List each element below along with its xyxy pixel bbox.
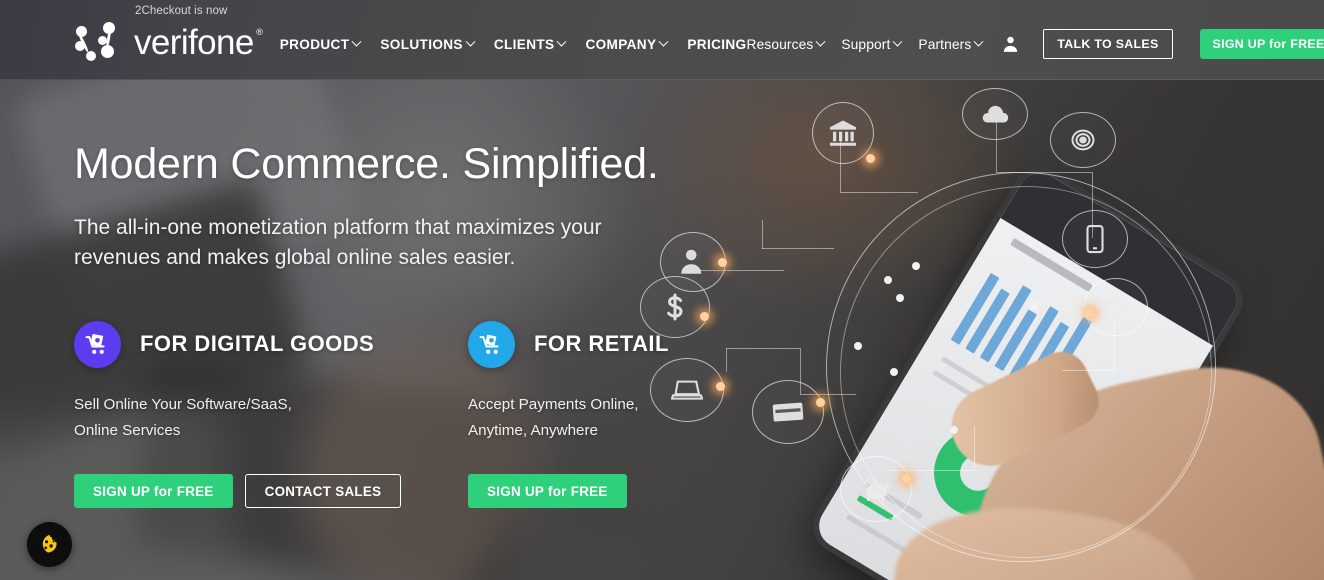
- nav-item-label: PRODUCT: [279, 36, 350, 52]
- column-retail: FOR RETAIL Accept Payments Online, Anyti…: [468, 320, 669, 509]
- cloud-upload-icon: [962, 88, 1028, 140]
- shopping-cart-retail-icon: [468, 320, 515, 368]
- shopping-bag-icon: [1084, 278, 1148, 336]
- contact-sales-button[interactable]: CONTACT SALES: [244, 474, 402, 509]
- chevron-down-icon: [351, 36, 362, 47]
- column-digital-goods: FOR DIGITAL GOODS Sell Online Your Softw…: [74, 320, 468, 509]
- column-description-line: Accept Payments Online,: [468, 395, 639, 413]
- cookie-consent-button[interactable]: [27, 522, 72, 567]
- hero-graphic: [640, 80, 1324, 580]
- shopping-cart-digital-goods-icon: [74, 320, 121, 368]
- piggy-bank-icon: [840, 456, 912, 522]
- chevron-down-icon: [557, 36, 567, 47]
- nav-item-support[interactable]: Support: [841, 36, 903, 52]
- nav-item-label: CLIENTS: [493, 36, 555, 52]
- nav-item-partners[interactable]: Partners: [918, 36, 984, 52]
- page-root: 2Checkout is now verifone ® PRODUCT SOLU…: [0, 0, 1324, 580]
- nav-item-company[interactable]: COMPANY: [585, 36, 669, 52]
- nav-item-clients[interactable]: CLIENTS: [493, 36, 567, 52]
- logo-kicker: 2Checkout is now: [135, 5, 228, 17]
- nav-item-label: Resources: [746, 36, 814, 52]
- nav-item-resources[interactable]: Resources: [746, 36, 826, 52]
- hero-columns: FOR DIGITAL GOODS Sell Online Your Softw…: [74, 320, 734, 509]
- nav-item-label: SOLUTIONS: [380, 36, 463, 52]
- secondary-nav: Resources Support Partners TALK TO SALES…: [747, 21, 1324, 59]
- nav-item-pricing[interactable]: PRICING: [687, 37, 746, 52]
- target-icon: [1050, 112, 1116, 168]
- column-description-line: Anytime, Anywhere: [468, 421, 598, 439]
- nav-item-solutions[interactable]: SOLUTIONS: [380, 36, 476, 52]
- column-title: FOR RETAIL: [534, 331, 669, 357]
- column-description-line: Sell Online Your Software/SaaS,: [74, 395, 292, 413]
- hero-section: Modern Commerce. Simplified. The all-in-…: [0, 80, 1324, 580]
- chevron-down-icon: [658, 36, 669, 47]
- nav-item-label: Partners: [918, 36, 972, 52]
- talk-to-sales-button[interactable]: TALK TO SALES: [1043, 29, 1173, 59]
- verifone-dots-logo-icon: [74, 18, 130, 62]
- nav-item-label: Support: [841, 36, 891, 52]
- primary-nav: PRODUCT SOLUTIONS CLIENTS COMPANY PRICIN…: [280, 29, 747, 52]
- chevron-down-icon: [892, 36, 903, 47]
- site-header: 2Checkout is now verifone ® PRODUCT SOLU…: [0, 0, 1324, 80]
- cookie-consent-icon: [42, 534, 57, 553]
- mobile-phone-icon: [1062, 210, 1128, 268]
- column-title: FOR DIGITAL GOODS: [140, 331, 375, 357]
- nav-item-product[interactable]: PRODUCT: [279, 36, 362, 52]
- nav-item-label: PRICING: [687, 36, 747, 52]
- column-description: Accept Payments Online, Anytime, Anywher…: [468, 392, 669, 444]
- chevron-down-icon: [465, 36, 476, 47]
- bank-icon: [812, 102, 874, 164]
- page-title: Modern Commerce. Simplified.: [74, 140, 659, 188]
- column-description-line: Online Services: [74, 421, 181, 439]
- column-description: Sell Online Your Software/SaaS, Online S…: [74, 392, 468, 444]
- retail-sign-up-button[interactable]: SIGN UP for FREE: [468, 474, 627, 509]
- digital-goods-sign-up-button[interactable]: SIGN UP for FREE: [74, 474, 233, 509]
- chevron-down-icon: [815, 36, 826, 47]
- nav-item-label: COMPANY: [585, 36, 657, 52]
- site-logo[interactable]: 2Checkout is now verifone ®: [74, 5, 263, 62]
- hero-subheadline: The all-in-one monetization platform tha…: [74, 216, 602, 269]
- chevron-down-icon: [973, 36, 984, 47]
- credit-card-icon: [752, 380, 824, 444]
- logo-wordmark: verifone: [134, 23, 254, 62]
- header-sign-up-button[interactable]: SIGN UP for FREE: [1199, 29, 1324, 59]
- user-account-icon[interactable]: [1001, 34, 1020, 54]
- hero-content: Modern Commerce. Simplified. The all-in-…: [74, 140, 734, 509]
- registered-trademark-icon: ®: [256, 27, 263, 37]
